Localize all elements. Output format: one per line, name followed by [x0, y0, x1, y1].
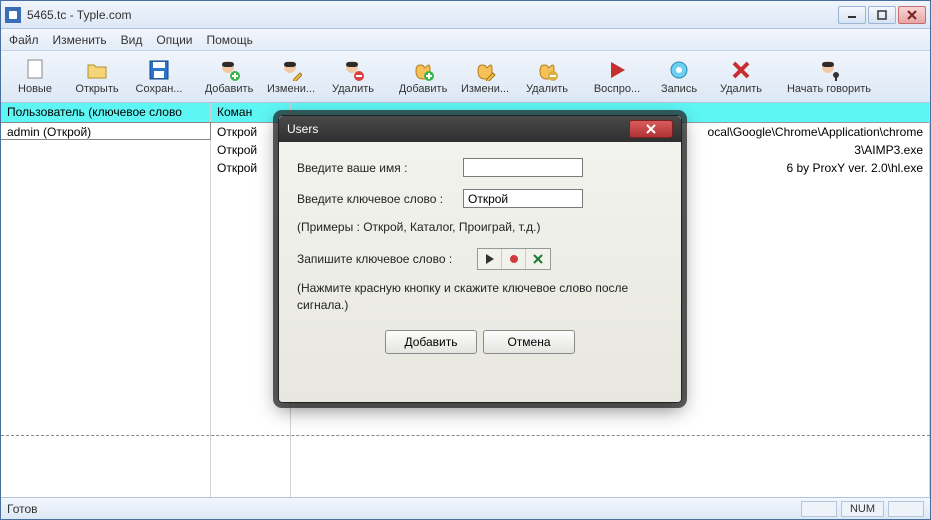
users-dialog: Users Введите ваше имя : Введите ключево…	[278, 115, 682, 403]
x-small-icon	[533, 254, 543, 264]
name-label: Введите ваше имя :	[297, 161, 463, 175]
record-label: Запишите ключевое слово :	[297, 252, 477, 266]
rec-cancel-button[interactable]	[526, 249, 550, 269]
hint-text: (Нажмите красную кнопку и скажите ключев…	[297, 280, 663, 314]
record-button-group	[477, 248, 551, 270]
dialog-cancel-button[interactable]: Отмена	[483, 330, 575, 354]
dialog-overlay: Users Введите ваше имя : Введите ключево…	[0, 0, 931, 520]
dialog-close-button[interactable]	[629, 120, 673, 138]
record-dot-icon	[509, 254, 519, 264]
dialog-title-text: Users	[287, 122, 629, 136]
close-icon	[645, 124, 657, 134]
name-input[interactable]	[463, 158, 583, 177]
dialog-titlebar: Users	[279, 116, 681, 142]
keyword-label: Введите ключевое слово :	[297, 192, 463, 206]
dialog-body: Введите ваше имя : Введите ключевое слов…	[279, 142, 681, 402]
rec-play-button[interactable]	[478, 249, 502, 269]
examples-text: (Примеры : Открой, Каталог, Проиграй, т.…	[297, 220, 663, 234]
rec-record-button[interactable]	[502, 249, 526, 269]
keyword-input[interactable]	[463, 189, 583, 208]
play-small-icon	[485, 254, 494, 264]
dialog-add-button[interactable]: Добавить	[385, 330, 477, 354]
